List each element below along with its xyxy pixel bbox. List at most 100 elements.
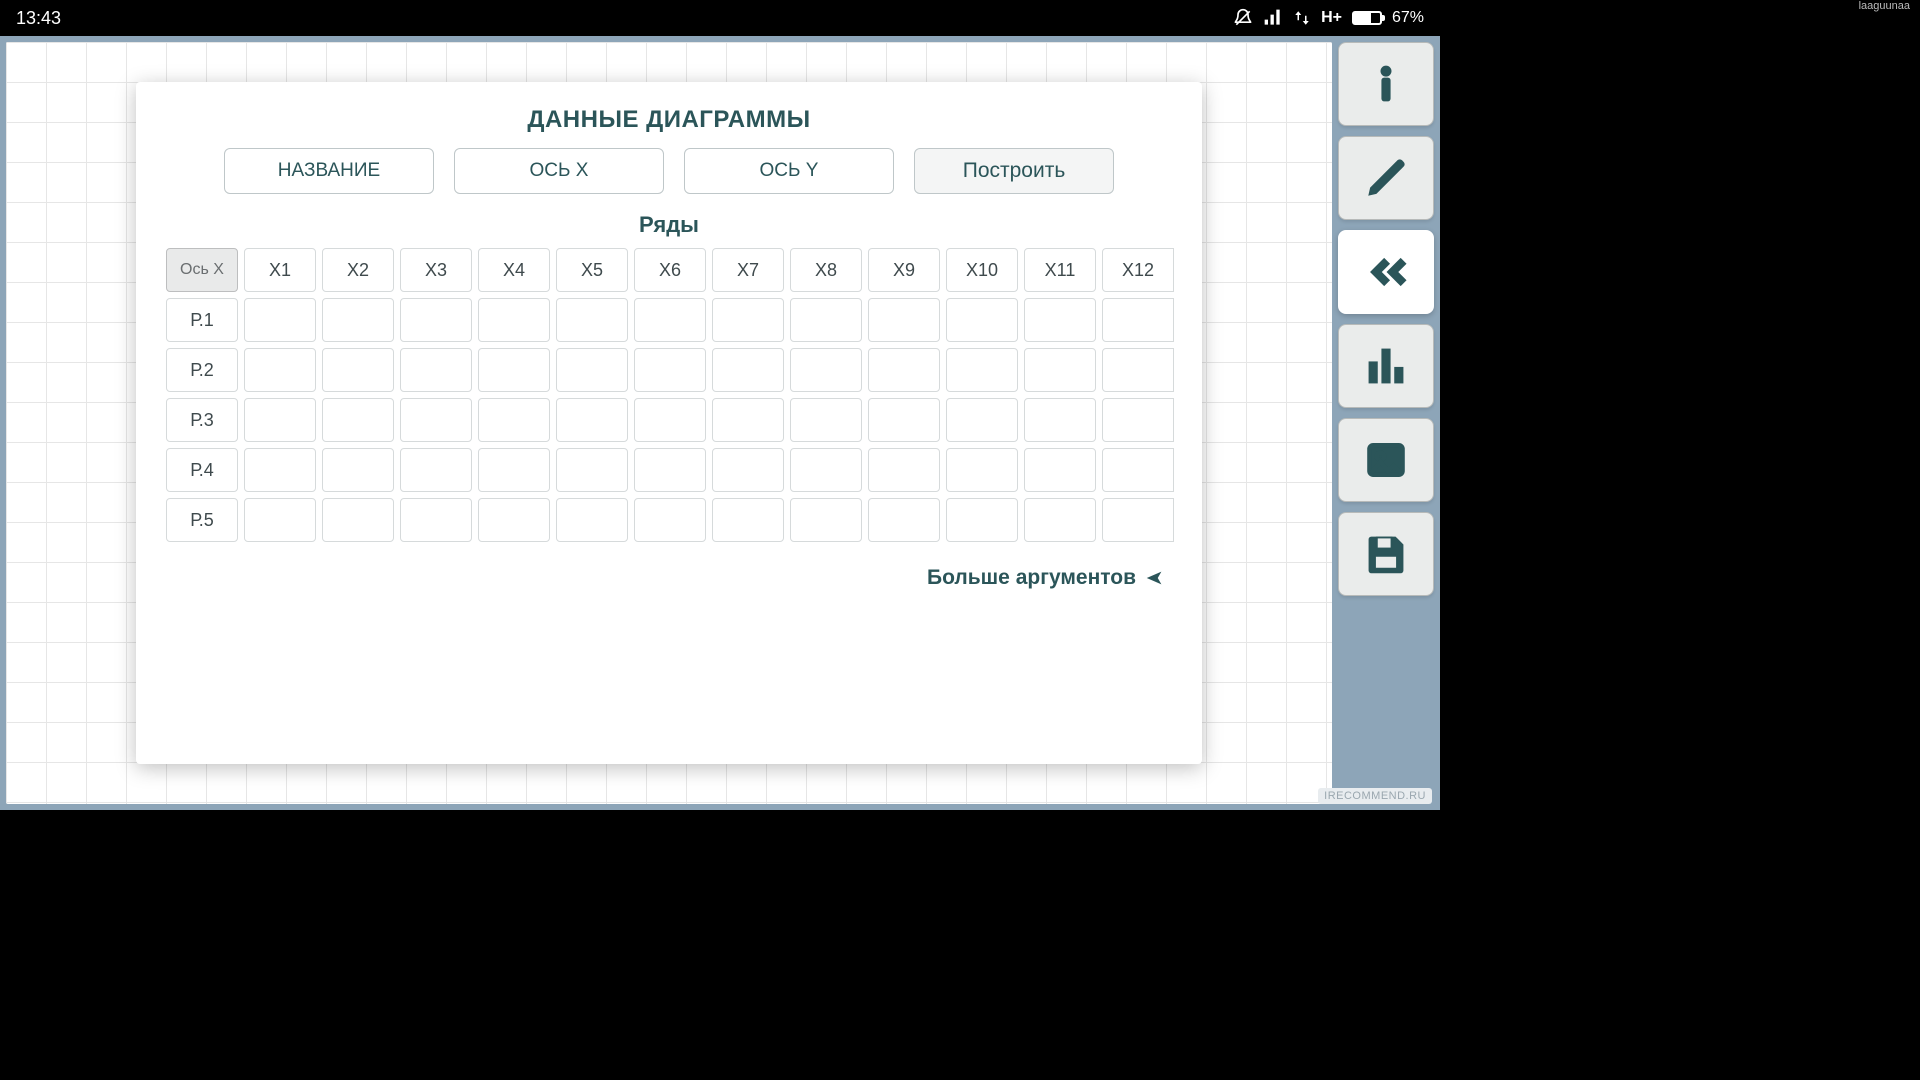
col-header-X8[interactable]: X8 xyxy=(790,248,862,292)
data-cell-r5-c2[interactable] xyxy=(322,498,394,542)
data-cell-r1-c12[interactable] xyxy=(1102,298,1174,342)
data-cell-r1-c11[interactable] xyxy=(1024,298,1096,342)
data-cell-r2-c12[interactable] xyxy=(1102,348,1174,392)
edit-button[interactable] xyxy=(1338,136,1434,220)
data-arrows-icon xyxy=(1293,9,1311,27)
data-cell-r3-c5[interactable] xyxy=(556,398,628,442)
data-cell-r3-c11[interactable] xyxy=(1024,398,1096,442)
data-cell-r4-c4[interactable] xyxy=(478,448,550,492)
data-cell-r5-c11[interactable] xyxy=(1024,498,1096,542)
data-cell-r4-c8[interactable] xyxy=(790,448,862,492)
col-header-X11[interactable]: X11 xyxy=(1024,248,1096,292)
data-cell-r5-c6[interactable] xyxy=(634,498,706,542)
data-cell-r5-c3[interactable] xyxy=(400,498,472,542)
data-cell-r4-c3[interactable] xyxy=(400,448,472,492)
data-cell-r3-c12[interactable] xyxy=(1102,398,1174,442)
col-header-X6[interactable]: X6 xyxy=(634,248,706,292)
image-button[interactable] xyxy=(1338,418,1434,502)
data-cell-r3-c6[interactable] xyxy=(634,398,706,442)
data-cell-r2-c2[interactable] xyxy=(322,348,394,392)
data-cell-r1-c2[interactable] xyxy=(322,298,394,342)
y-axis-input[interactable]: ОСЬ Y xyxy=(684,148,894,194)
data-cell-r4-c12[interactable] xyxy=(1102,448,1174,492)
data-cell-r3-c1[interactable] xyxy=(244,398,316,442)
data-cell-r4-c9[interactable] xyxy=(868,448,940,492)
more-arguments-link[interactable]: Больше аргументов xyxy=(166,566,1172,590)
data-cell-r4-c6[interactable] xyxy=(634,448,706,492)
row-label-5[interactable]: Р.5 xyxy=(166,498,238,542)
data-cell-r5-c8[interactable] xyxy=(790,498,862,542)
data-cell-r4-c11[interactable] xyxy=(1024,448,1096,492)
save-icon xyxy=(1364,532,1408,576)
col-header-X4[interactable]: X4 xyxy=(478,248,550,292)
data-cell-r5-c1[interactable] xyxy=(244,498,316,542)
build-button[interactable]: Построить xyxy=(914,148,1114,194)
info-button[interactable] xyxy=(1338,42,1434,126)
data-cell-r1-c7[interactable] xyxy=(712,298,784,342)
data-cell-r2-c3[interactable] xyxy=(400,348,472,392)
data-cell-r3-c8[interactable] xyxy=(790,398,862,442)
data-cell-r4-c2[interactable] xyxy=(322,448,394,492)
x-axis-input[interactable]: ОСЬ X xyxy=(454,148,664,194)
data-cell-r3-c10[interactable] xyxy=(946,398,1018,442)
data-cell-r2-c9[interactable] xyxy=(868,348,940,392)
collapse-button[interactable] xyxy=(1338,230,1434,314)
row-label-4[interactable]: Р.4 xyxy=(166,448,238,492)
more-arguments-label: Больше аргументов xyxy=(927,566,1136,590)
col-header-X1[interactable]: X1 xyxy=(244,248,316,292)
chevron-double-left-icon xyxy=(1364,250,1408,294)
data-cell-r5-c9[interactable] xyxy=(868,498,940,542)
data-cell-r1-c6[interactable] xyxy=(634,298,706,342)
data-cell-r5-c4[interactable] xyxy=(478,498,550,542)
build-button-label: Построить xyxy=(963,159,1066,183)
col-header-X7[interactable]: X7 xyxy=(712,248,784,292)
data-cell-r1-c9[interactable] xyxy=(868,298,940,342)
col-header-X2[interactable]: X2 xyxy=(322,248,394,292)
col-header-X5[interactable]: X5 xyxy=(556,248,628,292)
data-cell-r1-c10[interactable] xyxy=(946,298,1018,342)
data-cell-r2-c6[interactable] xyxy=(634,348,706,392)
image-icon xyxy=(1364,438,1408,482)
row-label-1[interactable]: Р.1 xyxy=(166,298,238,342)
data-cell-r2-c11[interactable] xyxy=(1024,348,1096,392)
data-cell-r1-c3[interactable] xyxy=(400,298,472,342)
data-cell-r1-c5[interactable] xyxy=(556,298,628,342)
data-cell-r1-c1[interactable] xyxy=(244,298,316,342)
chart-name-input[interactable]: НАЗВАНИЕ xyxy=(224,148,434,194)
data-cell-r2-c7[interactable] xyxy=(712,348,784,392)
data-cell-r4-c5[interactable] xyxy=(556,448,628,492)
data-cell-r2-c4[interactable] xyxy=(478,348,550,392)
signal-icon xyxy=(1263,8,1283,28)
data-cell-r5-c10[interactable] xyxy=(946,498,1018,542)
col-header-X9[interactable]: X9 xyxy=(868,248,940,292)
chart-name-placeholder: НАЗВАНИЕ xyxy=(278,160,380,182)
bar-chart-icon xyxy=(1364,344,1408,388)
data-cell-r3-c7[interactable] xyxy=(712,398,784,442)
data-cell-r3-c4[interactable] xyxy=(478,398,550,442)
data-cell-r3-c9[interactable] xyxy=(868,398,940,442)
col-header-X12[interactable]: X12 xyxy=(1102,248,1174,292)
data-cell-r1-c4[interactable] xyxy=(478,298,550,342)
status-right-cluster: laaguunaa H+ 67% xyxy=(1233,8,1424,28)
data-cell-r4-c7[interactable] xyxy=(712,448,784,492)
row-label-3[interactable]: Р.3 xyxy=(166,398,238,442)
data-cell-r2-c10[interactable] xyxy=(946,348,1018,392)
data-cell-r5-c12[interactable] xyxy=(1102,498,1174,542)
data-cell-r3-c2[interactable] xyxy=(322,398,394,442)
data-cell-r4-c1[interactable] xyxy=(244,448,316,492)
save-button[interactable] xyxy=(1338,512,1434,596)
col-header-X10[interactable]: X10 xyxy=(946,248,1018,292)
data-cell-r2-c1[interactable] xyxy=(244,348,316,392)
arrow-right-icon xyxy=(1144,567,1166,589)
data-cell-r2-c5[interactable] xyxy=(556,348,628,392)
data-cell-r5-c7[interactable] xyxy=(712,498,784,542)
data-cell-r3-c3[interactable] xyxy=(400,398,472,442)
axis-x-header[interactable]: Ось X xyxy=(166,248,238,292)
data-cell-r4-c10[interactable] xyxy=(946,448,1018,492)
chart-button[interactable] xyxy=(1338,324,1434,408)
data-cell-r1-c8[interactable] xyxy=(790,298,862,342)
data-cell-r5-c5[interactable] xyxy=(556,498,628,542)
row-label-2[interactable]: Р.2 xyxy=(166,348,238,392)
data-cell-r2-c8[interactable] xyxy=(790,348,862,392)
col-header-X3[interactable]: X3 xyxy=(400,248,472,292)
